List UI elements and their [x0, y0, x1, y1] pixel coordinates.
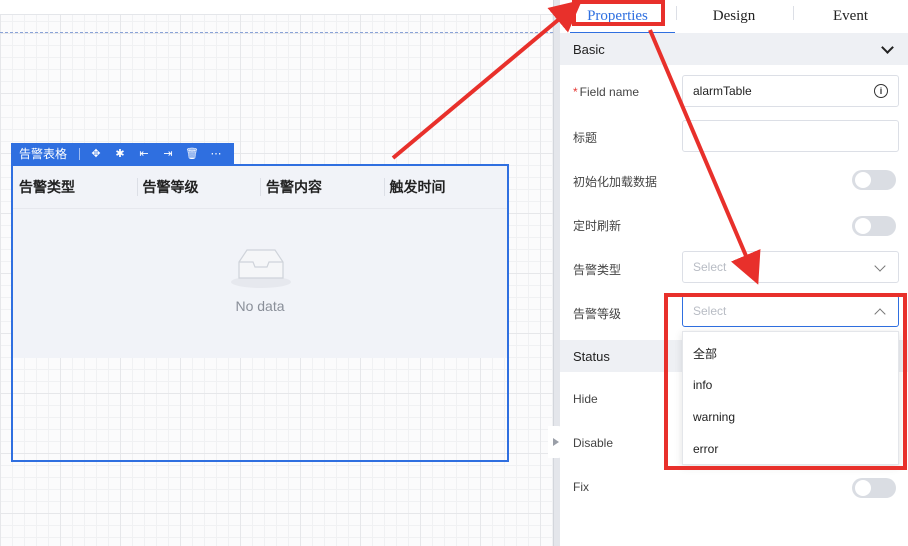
field-name-value: alarmTable: [693, 84, 752, 98]
empty-box-icon: [231, 249, 291, 288]
column-header: 告警内容: [260, 166, 384, 208]
delete-icon[interactable]: 🗑: [180, 143, 204, 164]
title-label: 标题: [573, 131, 598, 145]
column-header: 告警等级: [136, 166, 261, 208]
chevron-down-icon: [874, 260, 886, 272]
section-title: Basic: [573, 41, 605, 57]
empty-text: No data: [235, 298, 285, 314]
toolbar-divider: [79, 147, 81, 160]
fix-toggle[interactable]: [852, 478, 896, 498]
tab-design[interactable]: Design: [675, 0, 793, 33]
fix-label: Fix: [573, 480, 589, 494]
tab-divider: [676, 6, 677, 20]
alarm-type-label: 告警类型: [573, 263, 622, 277]
align-left-icon[interactable]: ⇤: [132, 143, 156, 164]
field-name-label: * Field name: [573, 85, 640, 99]
init-load-label: 初始化加载数据: [573, 175, 658, 189]
info-icon[interactable]: i: [874, 84, 888, 98]
annotation-box-dropdown: [664, 293, 907, 470]
bug-icon[interactable]: ✱: [108, 143, 132, 164]
field-name-input[interactable]: alarmTable i: [682, 75, 899, 107]
hide-label: Hide: [573, 392, 598, 406]
alarm-type-select[interactable]: Select: [682, 251, 899, 283]
init-load-toggle[interactable]: [852, 170, 896, 190]
align-right-icon[interactable]: ⇥: [156, 143, 180, 164]
alarm-type-placeholder: Select: [693, 260, 727, 274]
section-basic-header[interactable]: Basic: [560, 33, 908, 65]
column-header: 触发时间: [383, 166, 508, 208]
timed-refresh-label: 定时刷新: [573, 219, 622, 233]
tab-event[interactable]: Event: [793, 0, 908, 33]
canvas-guide-line: [0, 32, 553, 33]
section-title: Status: [573, 348, 610, 364]
alarm-level-label: 告警等级: [573, 307, 622, 321]
timed-refresh-toggle[interactable]: [852, 216, 896, 236]
caret-right-icon: [553, 438, 559, 446]
annotation-box-properties: [572, 0, 665, 26]
table-body: 告警类型 告警等级 告警内容 触发时间 No data: [13, 166, 507, 358]
chevron-down-icon: [881, 40, 894, 54]
column-header: 告警类型: [19, 179, 75, 195]
disable-label: Disable: [573, 436, 614, 450]
more-icon[interactable]: ⋯: [204, 143, 228, 164]
alarm-table-component[interactable]: 告警类型 告警等级 告警内容 触发时间 No data: [11, 164, 509, 462]
tab-divider: [793, 6, 794, 20]
canvas-ruler: [0, 0, 553, 15]
component-title: 告警表格: [19, 147, 68, 161]
move-icon[interactable]: ✥: [84, 143, 108, 164]
required-mark: *: [573, 85, 578, 99]
component-toolbar: 告警表格 ✥ ✱ ⇤ ⇥ 🗑 ⋯: [11, 143, 234, 164]
table-header: 告警类型 告警等级 告警内容 触发时间: [13, 166, 507, 209]
title-input[interactable]: [682, 120, 899, 152]
